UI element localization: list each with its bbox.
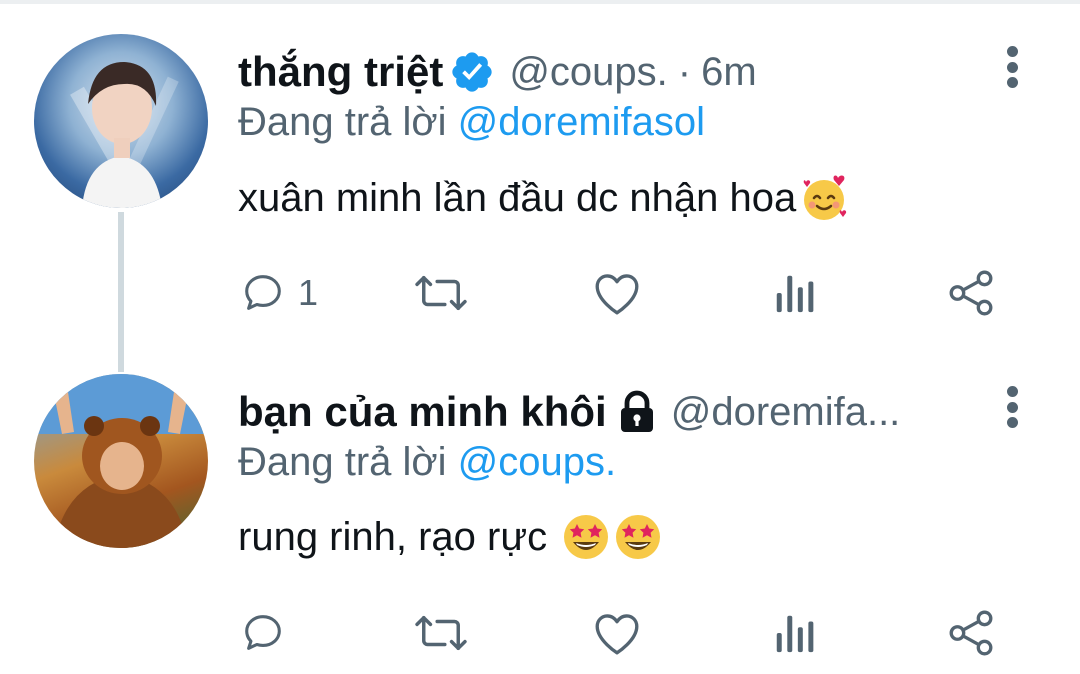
replying-to: Đang trả lời @doremifasol: [238, 100, 705, 145]
reply-icon: [240, 610, 286, 656]
verified-badge-icon: [449, 49, 495, 95]
star-struck-icon: [613, 512, 663, 562]
like-button[interactable]: [592, 268, 642, 318]
share-button[interactable]: [946, 268, 996, 318]
user-handle[interactable]: @doremifa...: [671, 390, 901, 435]
top-divider: [0, 0, 1080, 4]
lock-icon: [617, 390, 657, 434]
thread-connector-line: [118, 212, 124, 372]
retweet-button[interactable]: [412, 268, 470, 318]
share-icon: [946, 608, 996, 658]
tweet-header: bạn của minh khôi @doremifa...: [238, 382, 1020, 442]
share-icon: [946, 268, 996, 318]
more-options-icon[interactable]: [1000, 42, 1024, 92]
retweet-icon: [412, 270, 470, 316]
analytics-button[interactable]: [772, 608, 816, 658]
tweet-header: thắng triệt @coups. · 6m: [238, 42, 1020, 102]
reply-count: 1: [298, 272, 319, 313]
tweet-text: rung rinh, rạo rực: [238, 512, 663, 562]
share-button[interactable]: [946, 608, 996, 658]
tweet-actions: 1: [240, 268, 1000, 318]
avatar[interactable]: [34, 34, 208, 208]
tweet-text: xuân minh lần đầu dc nhận hoa: [238, 172, 850, 224]
separator-dot: ·: [677, 49, 692, 94]
retweet-icon: [412, 610, 470, 656]
heart-icon: [592, 610, 642, 656]
analytics-icon: [772, 270, 816, 316]
tweet-text-content: xuân minh lần đầu dc nhận hoa: [238, 175, 797, 220]
display-name[interactable]: thắng triệt: [238, 48, 443, 96]
reply-mention-link[interactable]: @doremifasol: [458, 100, 705, 144]
reply-icon: [240, 270, 286, 316]
replying-to-label: Đang trả lời: [238, 440, 447, 484]
reply-button[interactable]: [240, 608, 286, 658]
timestamp[interactable]: 6m: [701, 50, 757, 95]
user-handle[interactable]: @coups.: [509, 50, 667, 95]
tweet-text-content: rung rinh, rạo rực: [238, 514, 548, 559]
tweet-actions: [240, 608, 1000, 658]
like-button[interactable]: [592, 608, 642, 658]
retweet-button[interactable]: [412, 608, 470, 658]
analytics-icon: [772, 610, 816, 656]
more-options-icon[interactable]: [1000, 382, 1024, 432]
heart-icon: [592, 270, 642, 316]
analytics-button[interactable]: [772, 268, 816, 318]
display-name[interactable]: bạn của minh khôi: [238, 388, 607, 436]
star-struck-icon: [561, 512, 611, 562]
replying-to-label: Đang trả lời: [238, 100, 447, 144]
replying-to: Đang trả lời @coups.: [238, 440, 616, 485]
avatar[interactable]: [34, 374, 208, 548]
reply-button[interactable]: 1: [240, 268, 318, 318]
reply-mention-link[interactable]: @coups.: [458, 440, 616, 484]
smiling-face-with-hearts-icon: [798, 172, 850, 224]
